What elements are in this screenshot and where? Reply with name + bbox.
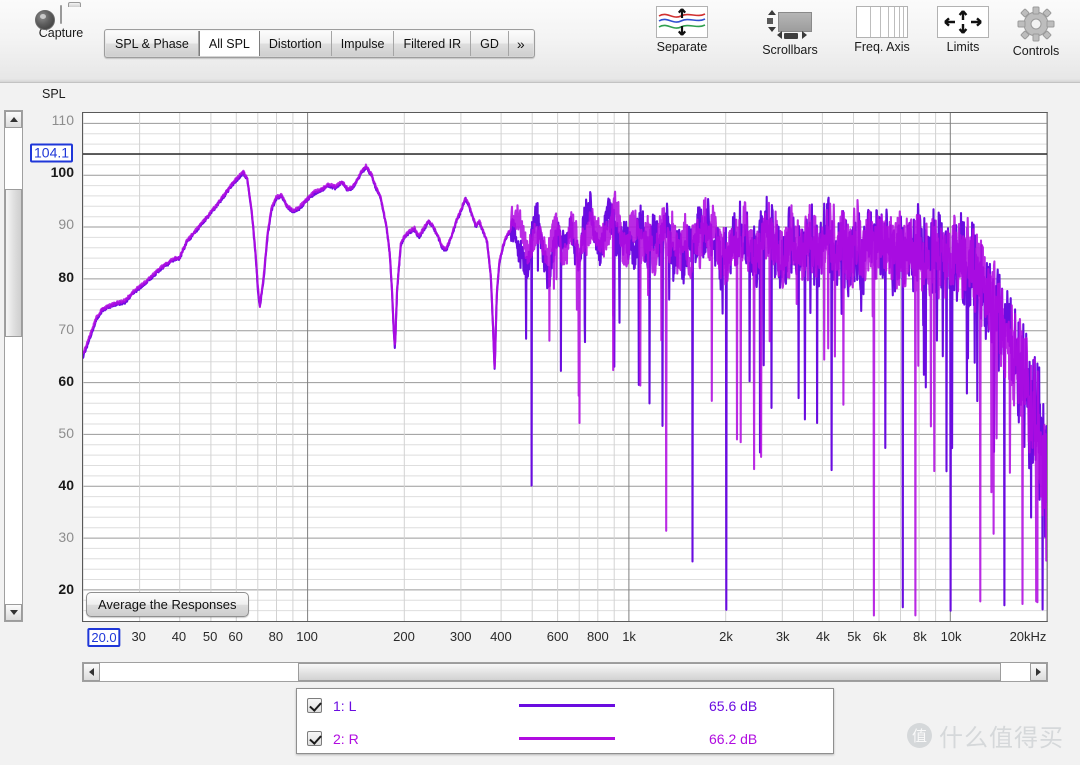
- legend-checkbox-2[interactable]: [307, 731, 322, 746]
- x-tick-label: 60: [228, 629, 243, 644]
- x-tick-label: 6k: [872, 629, 887, 644]
- x-tick-label: 40: [171, 629, 187, 644]
- tab-filtered-ir[interactable]: Filtered IR: [394, 31, 472, 56]
- legend-color-swatch-2: [519, 737, 615, 740]
- y-tick-label: 50: [58, 424, 74, 441]
- horizontal-scrollbar[interactable]: [82, 662, 1048, 682]
- scrollbars-label: Scrollbars: [762, 43, 818, 57]
- y-tick-label: 30: [58, 528, 74, 545]
- freq-axis-button[interactable]: Freq. Axis: [843, 6, 921, 54]
- tab-overflow-chevron-icon[interactable]: »: [508, 31, 533, 56]
- scrollbars-button[interactable]: Scrollbars: [750, 6, 830, 57]
- x-tick-label: 5k: [847, 629, 861, 644]
- limits-arrows-icon: [937, 6, 989, 38]
- capture-label: Capture: [38, 26, 84, 40]
- y-tick-label: 80: [58, 268, 74, 285]
- tab-impulse[interactable]: Impulse: [331, 31, 395, 56]
- x-tick-label: 8k: [912, 629, 927, 644]
- y-tick-label: 100: [50, 164, 74, 181]
- x-tick-label: 300: [449, 629, 472, 644]
- legend-row[interactable]: 1: L 65.6 dB: [297, 689, 833, 722]
- watermark-logo-icon: 值: [907, 723, 932, 748]
- tab-gd[interactable]: GD: [471, 31, 509, 56]
- y-axis-title: SPL: [42, 87, 66, 101]
- x-axis-ticks: 30 40 50 60 80 100 200 300 400 600 800 1k 2k 3k 4k 5k 6k…: [82, 628, 1048, 650]
- horizontal-scrollbar-thumb[interactable]: [298, 663, 1001, 681]
- x-tick-label: 600: [546, 629, 569, 644]
- frequency-axis-icon: [856, 6, 908, 38]
- spl-chart-plot-area[interactable]: [82, 112, 1048, 622]
- scroll-down-icon[interactable]: [5, 604, 22, 621]
- limits-button[interactable]: Limits: [934, 6, 992, 54]
- x-tick-label: 400: [490, 629, 512, 644]
- toolbar: Capture SPL & Phase All SPL Distortion I…: [0, 0, 1080, 83]
- limits-label: Limits: [946, 40, 980, 54]
- x-tick-label: 30: [131, 629, 146, 644]
- controls-button[interactable]: Controls: [1000, 6, 1072, 58]
- rew-all-spl-window: Capture SPL & Phase All SPL Distortion I…: [0, 0, 1080, 765]
- legend-color-swatch-1: [519, 704, 615, 707]
- tab-all-spl[interactable]: All SPL: [198, 31, 260, 56]
- x-tick-label: 2k: [719, 629, 733, 644]
- watermark: 值 什么值得买: [907, 718, 1064, 753]
- y-tick-label: 110: [51, 112, 74, 129]
- scroll-right-icon[interactable]: [1030, 663, 1047, 681]
- x-tick-label: 800: [587, 629, 609, 644]
- x-tick-label: 3k: [775, 629, 790, 644]
- x-tick-label: 200: [393, 629, 415, 644]
- vertical-scrollbar[interactable]: [4, 110, 23, 622]
- x-tick-label: 10k: [940, 629, 962, 644]
- y-axis-ticks: 110 100 90 80 70 60 50 40 30 20: [26, 110, 78, 622]
- freq-axis-label: Freq. Axis: [854, 40, 910, 54]
- capture-button[interactable]: Capture: [24, 2, 98, 40]
- scrollbars-icon: [764, 9, 816, 41]
- legend-value-1: 65.6 dB: [709, 697, 758, 714]
- vertical-scrollbar-thumb[interactable]: [5, 189, 22, 337]
- separate-traces-icon: [656, 6, 708, 38]
- tab-distortion[interactable]: Distortion: [259, 31, 332, 56]
- y-tick-label: 40: [58, 476, 74, 493]
- x-tick-label: 80: [268, 629, 284, 644]
- view-tabs: SPL & Phase All SPL Distortion Impulse F…: [104, 29, 535, 58]
- y-tick-label: 70: [58, 320, 74, 337]
- tab-spl-phase[interactable]: SPL & Phase: [106, 31, 199, 56]
- legend-value-2: 66.2 dB: [709, 730, 758, 747]
- y-cursor-value[interactable]: 104.1: [30, 143, 74, 163]
- x-tick-label: 1k: [622, 629, 636, 644]
- separate-button[interactable]: Separate: [645, 6, 719, 54]
- legend-checkbox-1[interactable]: [307, 698, 322, 713]
- y-tick-label: 60: [58, 372, 74, 389]
- x-tick-label: 20kHz: [1009, 629, 1047, 644]
- separate-label: Separate: [656, 40, 708, 54]
- controls-label: Controls: [1012, 44, 1060, 58]
- watermark-text: 什么值得买: [939, 725, 1064, 752]
- x-tick-label: 100: [296, 629, 318, 644]
- scroll-up-icon[interactable]: [5, 111, 22, 128]
- spl-chart-svg: [83, 113, 1047, 621]
- y-tick-label: 90: [58, 216, 74, 233]
- x-tick-label: 4k: [816, 629, 830, 644]
- camera-icon: [24, 2, 98, 30]
- legend-label-1: 1: L: [333, 697, 357, 714]
- legend-label-2: 2: R: [333, 730, 359, 747]
- trace-legend: 1: L 65.6 dB 2: R 66.2 dB: [296, 688, 834, 754]
- gear-icon: [1016, 6, 1056, 42]
- scroll-left-icon[interactable]: [83, 663, 100, 681]
- y-tick-label: 20: [58, 580, 74, 597]
- x-cursor-value[interactable]: 20.0: [87, 628, 121, 647]
- average-responses-button[interactable]: Average the Responses: [86, 592, 249, 617]
- legend-row[interactable]: 2: R 66.2 dB: [297, 722, 833, 755]
- x-tick-label: 50: [202, 629, 218, 644]
